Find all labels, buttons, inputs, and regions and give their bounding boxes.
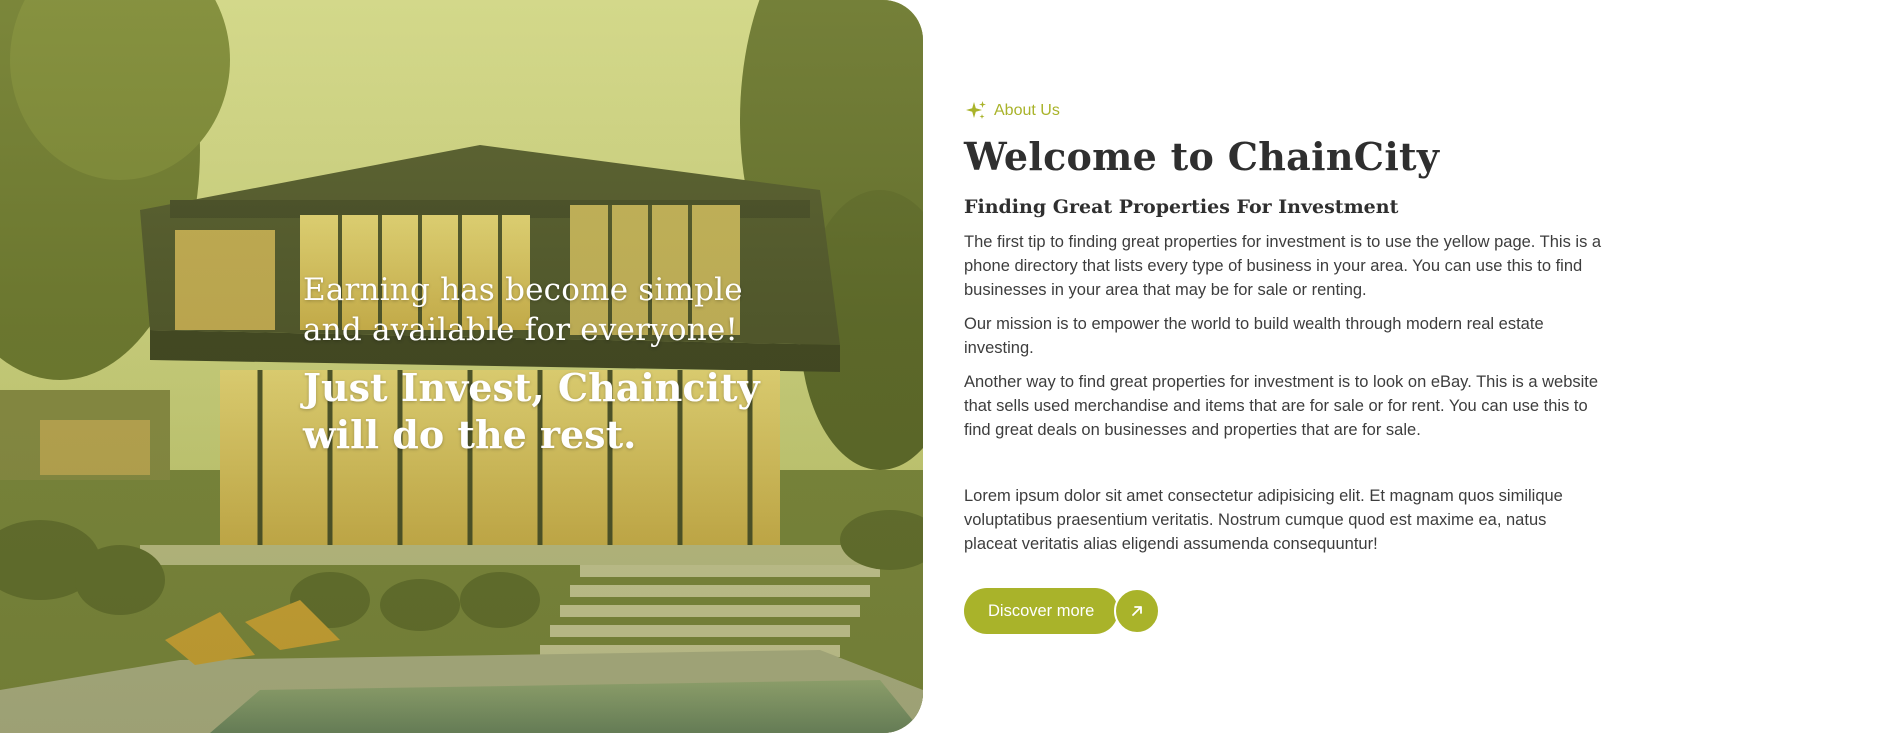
eyebrow-label: About Us [994, 102, 1060, 119]
discover-more-button[interactable]: Discover more [964, 588, 1119, 634]
cta-group: Discover more [964, 588, 1604, 634]
arrow-up-right-icon[interactable] [1114, 588, 1161, 634]
section-subtitle: Finding Great Properties For Investment [964, 196, 1399, 218]
paragraph-ebay: Another way to find great properties for… [964, 373, 1599, 439]
about-section: About Us Welcome to ChainCity Finding Gr… [964, 98, 1604, 634]
section-eyebrow: About Us [964, 98, 1604, 124]
hero-tagline: Earning has become simple and available … [303, 272, 743, 348]
paragraph-intro: The first tip to finding great propertie… [964, 233, 1602, 299]
paragraph-lorem: Lorem ipsum dolor sit amet consectetur a… [964, 487, 1563, 553]
hero-banner: Earning has become simple and available … [0, 0, 923, 733]
sparkle-icon [964, 99, 988, 123]
hero-headline: Just Invest, Chaincity will do the rest. [303, 365, 760, 457]
page-title: Welcome to ChainCity [964, 134, 1440, 179]
paragraph-mission: Our mission is to empower the world to b… [964, 315, 1544, 357]
hero-text-block: Earning has become simple and available … [303, 270, 803, 458]
